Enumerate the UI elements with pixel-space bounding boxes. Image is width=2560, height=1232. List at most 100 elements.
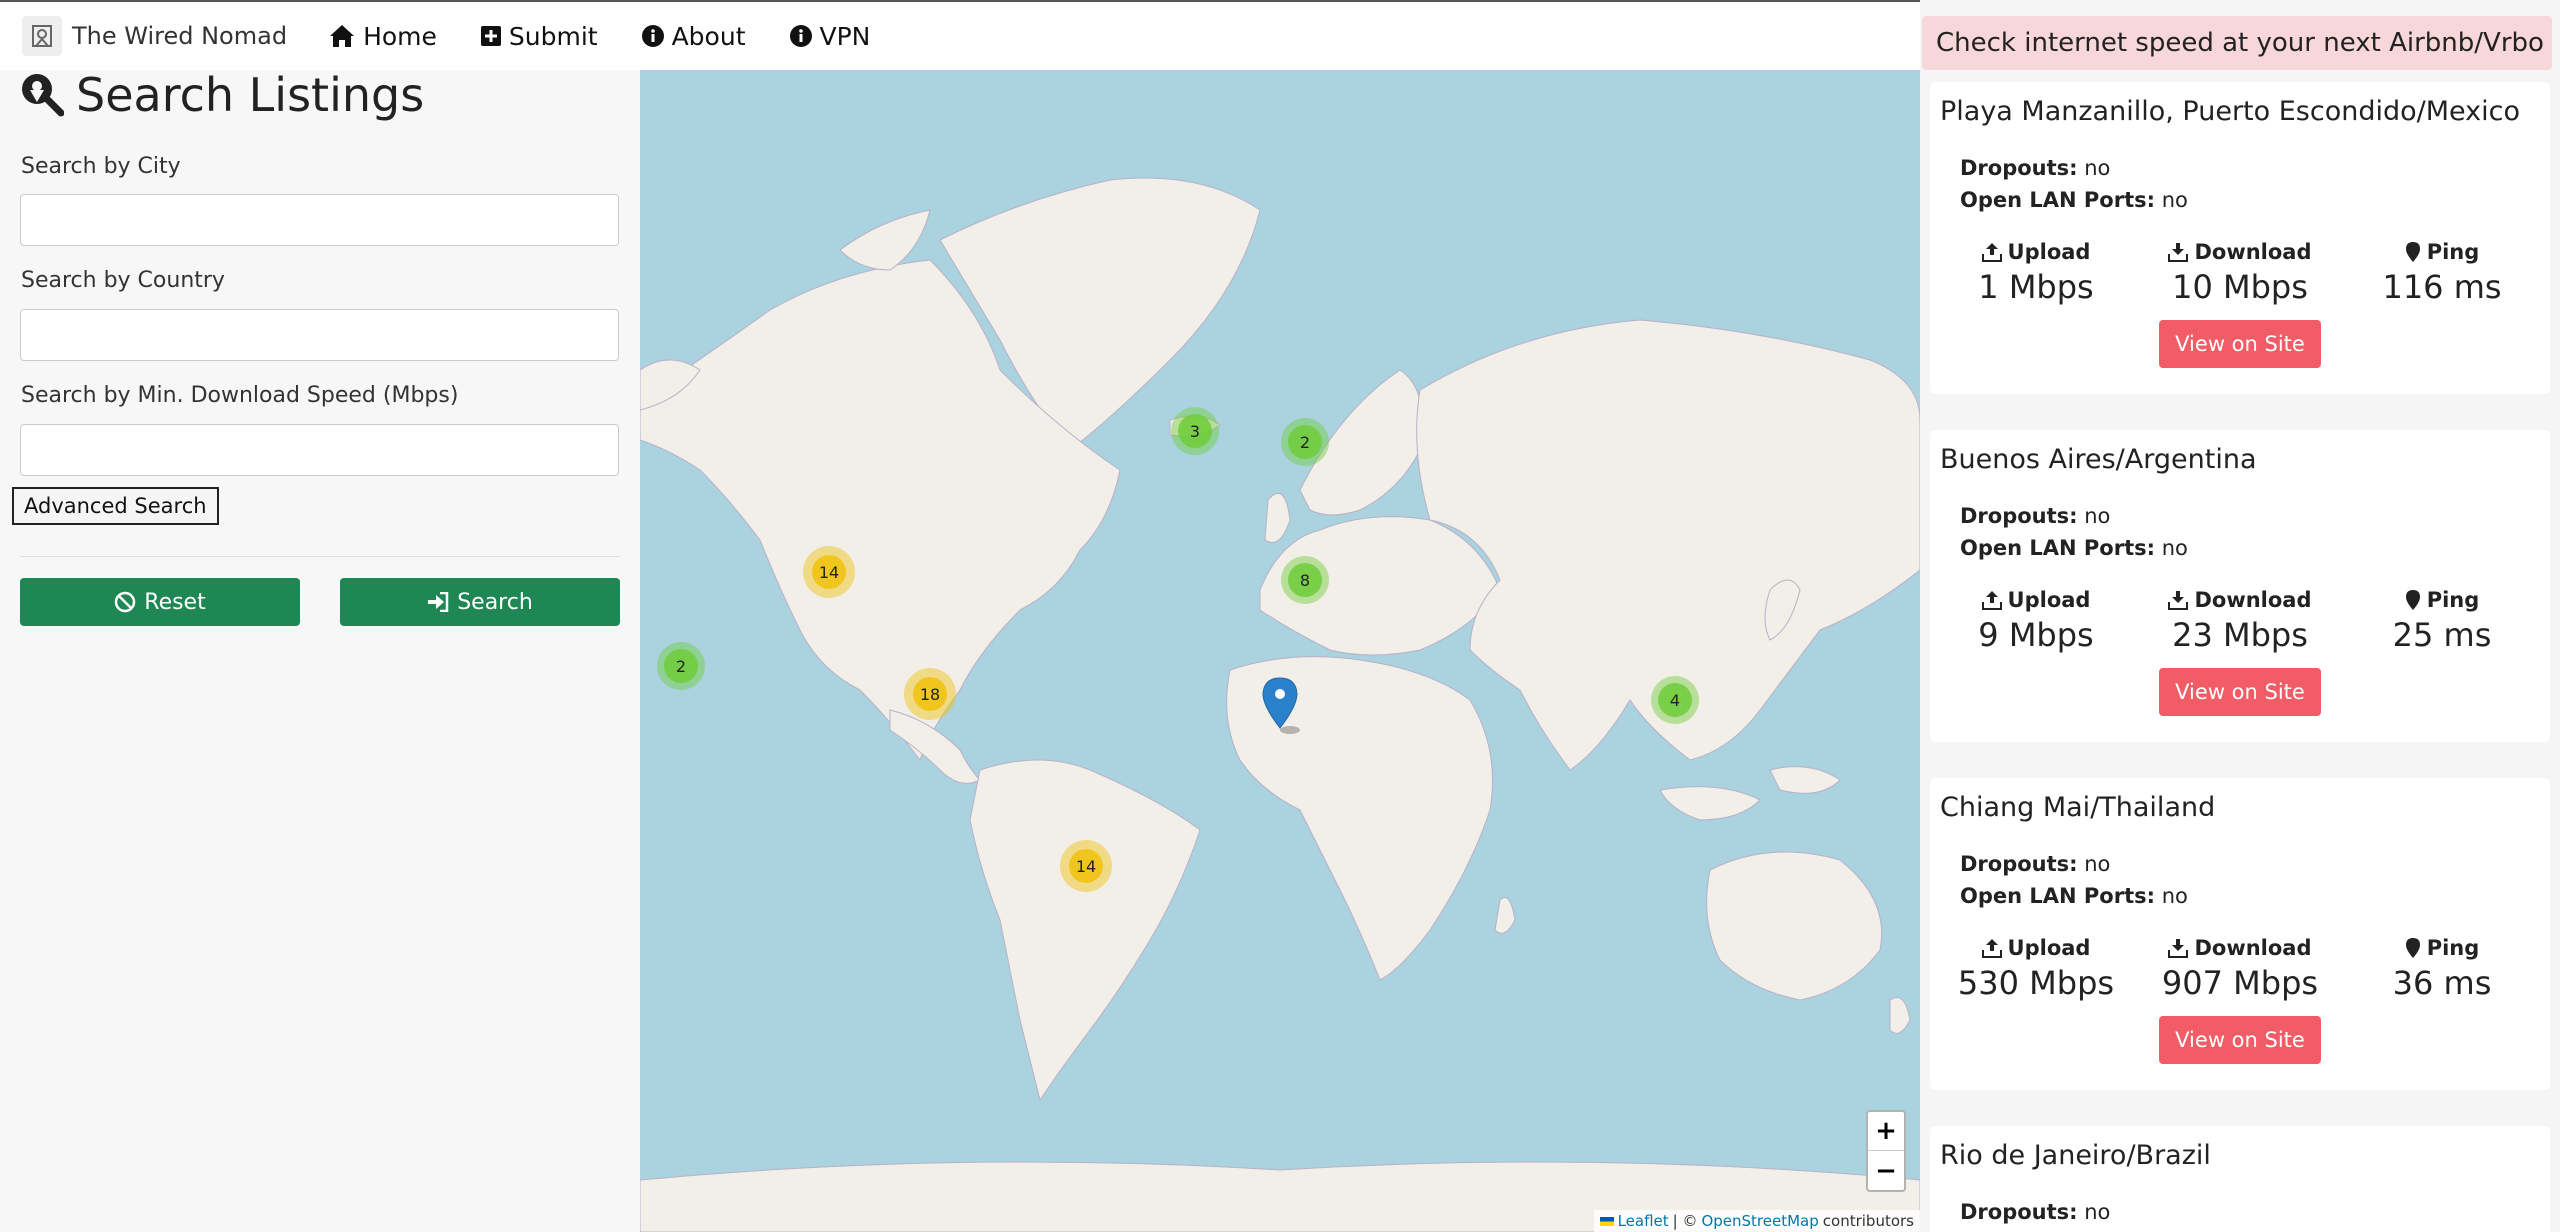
nav-submit-label: Submit bbox=[508, 21, 598, 51]
zoom-control: + − bbox=[1866, 1110, 1906, 1192]
min-download-input[interactable] bbox=[20, 424, 619, 476]
map-attribution: Leaflet | © OpenStreetMap contributors bbox=[1593, 1210, 1920, 1232]
view-on-site-button[interactable]: View on Site bbox=[2159, 1016, 2321, 1064]
osm-link[interactable]: OpenStreetMap bbox=[1701, 1212, 1818, 1230]
attribution-contributors: contributors bbox=[1822, 1212, 1914, 1230]
listing-title: Buenos Aires/Argentina bbox=[1940, 444, 2257, 475]
upload-icon bbox=[1981, 591, 2002, 610]
upload-value: 9 Mbps bbox=[1978, 616, 2094, 654]
brand-link[interactable]: The Wired Nomad bbox=[22, 2, 287, 70]
listing-title: Rio de Janeiro/Brazil bbox=[1940, 1140, 2211, 1171]
listing-card: Rio de Janeiro/Brazil Dropouts: no bbox=[1930, 1126, 2550, 1232]
download-value: 23 Mbps bbox=[2172, 616, 2308, 654]
zoom-out-button[interactable]: − bbox=[1868, 1151, 1904, 1190]
map-cluster[interactable]: 3 bbox=[1171, 407, 1219, 455]
map-cluster[interactable]: 18 bbox=[904, 668, 956, 720]
upload-stat: Upload 530 Mbps bbox=[1936, 936, 2136, 1002]
listing-title: Playa Manzanillo, Puerto Escondido/Mexic… bbox=[1940, 96, 2520, 127]
dropouts-row: Dropouts: no bbox=[1960, 852, 2111, 876]
lan-row: Open LAN Ports: no bbox=[1960, 188, 2188, 212]
nav-vpn-label: VPN bbox=[819, 21, 871, 51]
download-icon bbox=[2168, 939, 2189, 958]
plus-square-icon bbox=[480, 26, 501, 46]
home-icon bbox=[330, 25, 355, 47]
download-icon bbox=[2168, 591, 2189, 610]
dropouts-row: Dropouts: no bbox=[1960, 504, 2111, 528]
nav-about[interactable]: About bbox=[641, 2, 746, 70]
ping-value: 36 ms bbox=[2392, 964, 2492, 1002]
nav-home[interactable]: Home bbox=[329, 2, 437, 70]
info-circle-icon bbox=[641, 25, 664, 47]
map-marker-icon bbox=[2405, 590, 2420, 610]
world-map[interactable]: 3 2 14 8 2 18 4 14 + − Leaflet | © OpenS… bbox=[640, 70, 1920, 1232]
upload-icon bbox=[1981, 939, 2002, 958]
map-marker-icon bbox=[2405, 242, 2420, 262]
search-button[interactable]: Search bbox=[340, 578, 620, 626]
page-title: Search Listings bbox=[20, 68, 425, 122]
upload-stat: Upload 9 Mbps bbox=[1936, 588, 2136, 654]
download-icon bbox=[2168, 243, 2189, 262]
upload-value: 530 Mbps bbox=[1957, 964, 2115, 1002]
listing-card: Chiang Mai/Thailand Dropouts: no Open LA… bbox=[1930, 778, 2550, 1090]
download-stat: Download 23 Mbps bbox=[2140, 588, 2340, 654]
world-map-tiles bbox=[640, 177, 1920, 1232]
leaflet-link[interactable]: Leaflet bbox=[1618, 1212, 1669, 1230]
download-value: 10 Mbps bbox=[2172, 268, 2308, 306]
nav-home-label: Home bbox=[363, 21, 437, 51]
view-on-site-button[interactable]: View on Site bbox=[2159, 320, 2321, 368]
map-cluster[interactable]: 2 bbox=[657, 642, 705, 690]
country-input[interactable] bbox=[20, 309, 619, 361]
lan-row: Open LAN Ports: no bbox=[1960, 536, 2188, 560]
dropouts-row: Dropouts: no bbox=[1960, 156, 2111, 180]
divider bbox=[20, 556, 620, 557]
upload-value: 1 Mbps bbox=[1978, 268, 2094, 306]
listing-title: Chiang Mai/Thailand bbox=[1940, 792, 2216, 823]
map-cluster[interactable]: 14 bbox=[1060, 840, 1112, 892]
advanced-search-button[interactable]: Advanced Search bbox=[12, 487, 219, 525]
attribution-separator: | © bbox=[1672, 1212, 1698, 1230]
download-value: 907 Mbps bbox=[2161, 964, 2319, 1002]
navbar: The Wired Nomad Home Submit About VPN bbox=[0, 2, 1920, 70]
page-title-text: Search Listings bbox=[76, 68, 425, 122]
ping-stat: Ping 36 ms bbox=[2342, 936, 2542, 1002]
ping-value: 25 ms bbox=[2392, 616, 2492, 654]
sign-in-icon bbox=[428, 592, 449, 612]
reset-button[interactable]: Reset bbox=[20, 578, 300, 626]
search-label: Search bbox=[457, 589, 533, 615]
nav-about-label: About bbox=[671, 21, 746, 51]
upload-icon bbox=[1981, 243, 2002, 262]
search-location-icon bbox=[22, 74, 64, 117]
nav-vpn[interactable]: VPN bbox=[789, 2, 871, 70]
nav-submit[interactable]: Submit bbox=[480, 2, 598, 70]
listing-card: Playa Manzanillo, Puerto Escondido/Mexic… bbox=[1930, 82, 2550, 394]
dropouts-row: Dropouts: no bbox=[1960, 1200, 2111, 1224]
ping-value: 116 ms bbox=[2382, 268, 2502, 306]
view-on-site-button[interactable]: View on Site bbox=[2159, 668, 2321, 716]
map-marker-icon[interactable] bbox=[1260, 676, 1304, 736]
info-circle-icon bbox=[789, 25, 812, 47]
download-stat: Download 907 Mbps bbox=[2140, 936, 2340, 1002]
map-cluster[interactable]: 14 bbox=[803, 546, 855, 598]
map-marker-icon bbox=[2405, 938, 2420, 958]
country-label: Search by Country bbox=[21, 268, 225, 293]
listings-panel: Check internet speed at your next Airbnb… bbox=[1920, 0, 2560, 1232]
search-panel: Search Listings Search by City Search by… bbox=[0, 68, 640, 1232]
map-cluster[interactable]: 2 bbox=[1281, 418, 1329, 466]
upload-stat: Upload 1 Mbps bbox=[1936, 240, 2136, 306]
ban-icon bbox=[115, 591, 136, 613]
brand-name: The Wired Nomad bbox=[72, 22, 288, 50]
map-cluster[interactable]: 8 bbox=[1281, 556, 1329, 604]
ukraine-flag-icon bbox=[1599, 1216, 1614, 1226]
ping-stat: Ping 116 ms bbox=[2342, 240, 2542, 306]
ping-stat: Ping 25 ms bbox=[2342, 588, 2542, 654]
map-cluster[interactable]: 4 bbox=[1651, 676, 1699, 724]
reset-label: Reset bbox=[144, 589, 206, 615]
lan-row: Open LAN Ports: no bbox=[1960, 884, 2188, 908]
listing-card: Buenos Aires/Argentina Dropouts: no Open… bbox=[1930, 430, 2550, 742]
download-stat: Download 10 Mbps bbox=[2140, 240, 2340, 306]
wired-nomad-logo-icon bbox=[22, 16, 62, 56]
city-label: Search by City bbox=[21, 154, 181, 179]
city-input[interactable] bbox=[20, 194, 619, 246]
speed-check-banner[interactable]: Check internet speed at your next Airbnb… bbox=[1922, 16, 2552, 70]
zoom-in-button[interactable]: + bbox=[1868, 1112, 1904, 1151]
